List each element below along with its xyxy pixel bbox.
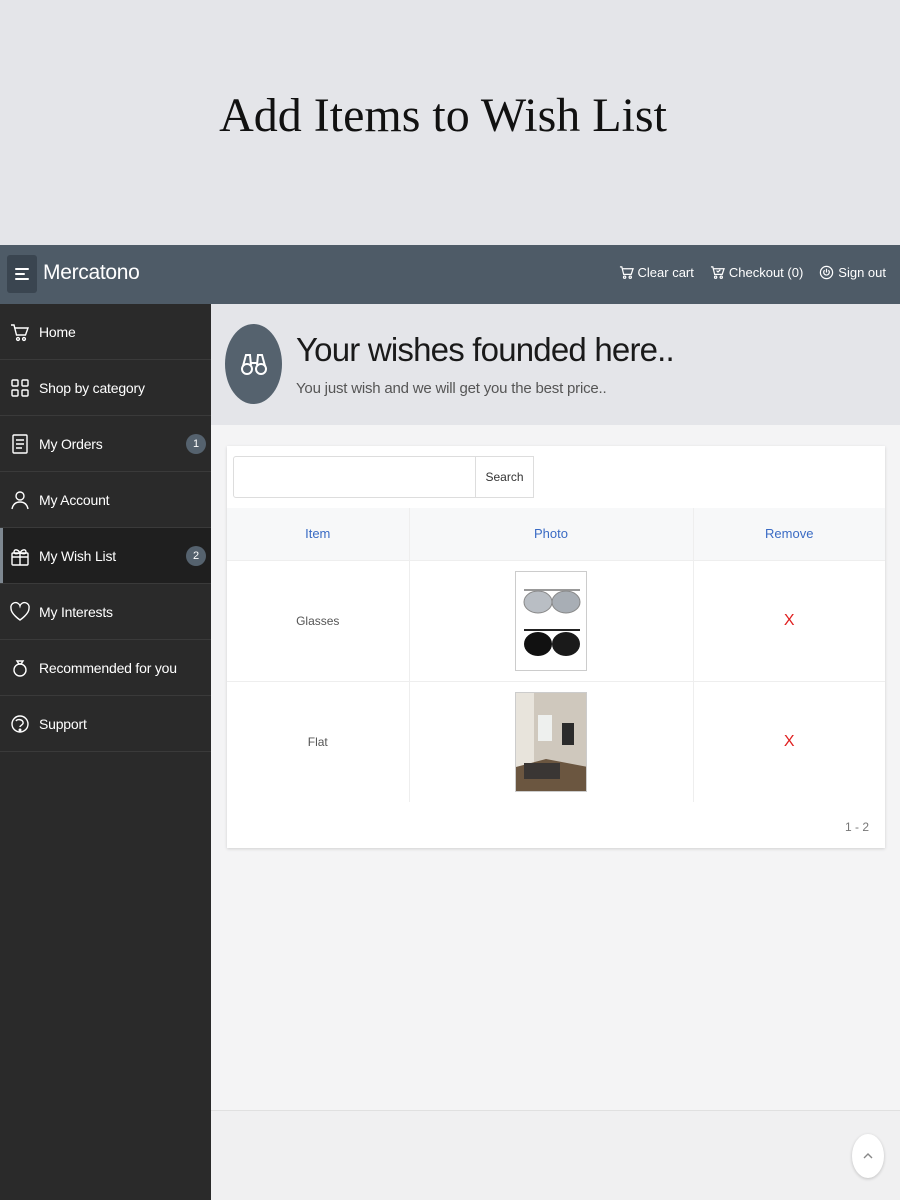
- sidebar-item-recommended[interactable]: Recommended for you: [0, 640, 211, 696]
- checkout-label: Checkout (0): [728, 265, 804, 280]
- footer: [211, 1111, 900, 1200]
- heart-icon: [10, 601, 30, 621]
- menu-icon: [15, 268, 29, 270]
- item-name-cell: Glasses: [227, 559, 410, 681]
- support-icon: [11, 715, 29, 733]
- sidebar-item-label: Support: [39, 715, 87, 732]
- sunglasses-image: [516, 571, 586, 670]
- sidebar-item-home[interactable]: Home: [0, 304, 211, 360]
- cart-check-icon: [710, 266, 725, 279]
- power-icon: [820, 265, 834, 280]
- pagination-info: 1 - 2: [844, 820, 869, 834]
- clear-cart-label: Clear cart: [637, 265, 694, 280]
- sidebar-item-label: My Orders: [39, 435, 103, 452]
- search-button[interactable]: Search: [476, 456, 534, 498]
- page-header: Your wishes founded here.. You just wish…: [211, 304, 900, 425]
- clear-cart-button[interactable]: Clear cart: [619, 265, 694, 280]
- wish-list-card: Search Item Photo Remove Glasses X Flat …: [227, 446, 885, 848]
- promo-banner: Add Items to Wish List: [0, 0, 900, 245]
- page-title: Your wishes founded here..: [296, 331, 675, 368]
- wish-list-table: Item Photo Remove Glasses X Flat X: [227, 508, 885, 802]
- table-row: Glasses X: [227, 559, 885, 681]
- sidebar-item-label: My Wish List: [39, 547, 116, 564]
- remove-button[interactable]: X: [784, 612, 795, 629]
- user-icon: [11, 491, 29, 510]
- sidebar-item-shop-by-category[interactable]: Shop by category: [0, 360, 211, 416]
- menu-icon-line: [15, 278, 29, 280]
- main-content: Your wishes founded here.. You just wish…: [211, 304, 900, 1200]
- menu-icon-line: [15, 273, 25, 275]
- top-navbar: Mercatono Clear cart Checkout (0) Sign o…: [0, 245, 900, 304]
- home-cart-icon: [11, 324, 29, 342]
- column-header-photo[interactable]: Photo: [409, 508, 694, 560]
- sunglasses-photo[interactable]: [515, 570, 587, 671]
- remove-cell: X: [693, 559, 885, 681]
- table-header-row: Item Photo Remove: [227, 508, 885, 560]
- cart-icon: [619, 266, 634, 279]
- column-header-item[interactable]: Item: [227, 508, 410, 560]
- receipt-icon: [12, 434, 28, 454]
- chevron-up-icon: [863, 1153, 873, 1159]
- brand-name[interactable]: Mercatono: [43, 261, 140, 285]
- remove-button[interactable]: X: [784, 733, 795, 750]
- sidebar-item-my-orders[interactable]: My Orders 1: [0, 416, 211, 472]
- sign-out-button[interactable]: Sign out: [819, 265, 886, 280]
- sidebar-item-my-account[interactable]: My Account: [0, 472, 211, 528]
- sidebar-item-label: Recommended for you: [39, 659, 177, 676]
- top-actions: Clear cart Checkout (0) Sign out: [619, 265, 886, 280]
- sidebar-item-support[interactable]: Support: [0, 696, 211, 752]
- sidebar-item-label: My Interests: [39, 603, 113, 620]
- photo-cell: [409, 559, 694, 681]
- column-header-remove[interactable]: Remove: [693, 508, 885, 560]
- banner-title: Add Items to Wish List: [219, 89, 667, 142]
- table-row: Flat X: [227, 680, 885, 802]
- sidebar-item-label: My Account: [39, 491, 110, 508]
- ring-icon: [13, 660, 27, 677]
- search-bar: Search: [233, 456, 534, 498]
- sidebar: Home Shop by category My Orders 1 My Acc…: [0, 304, 211, 1200]
- menu-toggle-button[interactable]: [7, 255, 37, 293]
- flat-interior-photo[interactable]: [515, 691, 587, 792]
- search-input[interactable]: [233, 456, 476, 498]
- flat-image: [516, 692, 586, 791]
- item-name-cell: Flat: [227, 680, 410, 802]
- orders-count-badge: 1: [186, 434, 206, 454]
- sign-out-label: Sign out: [838, 265, 886, 280]
- remove-cell: X: [693, 680, 885, 802]
- sidebar-item-my-wish-list[interactable]: My Wish List 2: [0, 528, 211, 584]
- sidebar-item-label: Shop by category: [39, 379, 145, 396]
- scroll-to-top-button[interactable]: [852, 1134, 884, 1178]
- hero-icon-circle: [225, 324, 282, 404]
- page-subtitle: You just wish and we will get you the be…: [296, 380, 607, 397]
- photo-cell: [409, 680, 694, 802]
- hero-icon-bg: [225, 324, 282, 404]
- grid-icon: [11, 379, 29, 397]
- sidebar-item-my-interests[interactable]: My Interests: [0, 584, 211, 640]
- checkout-button[interactable]: Checkout (0): [710, 265, 803, 280]
- gift-icon: [11, 549, 29, 566]
- wish-list-count-badge: 2: [186, 546, 206, 566]
- sidebar-item-label: Home: [39, 323, 76, 340]
- binoculars-icon: [240, 354, 267, 375]
